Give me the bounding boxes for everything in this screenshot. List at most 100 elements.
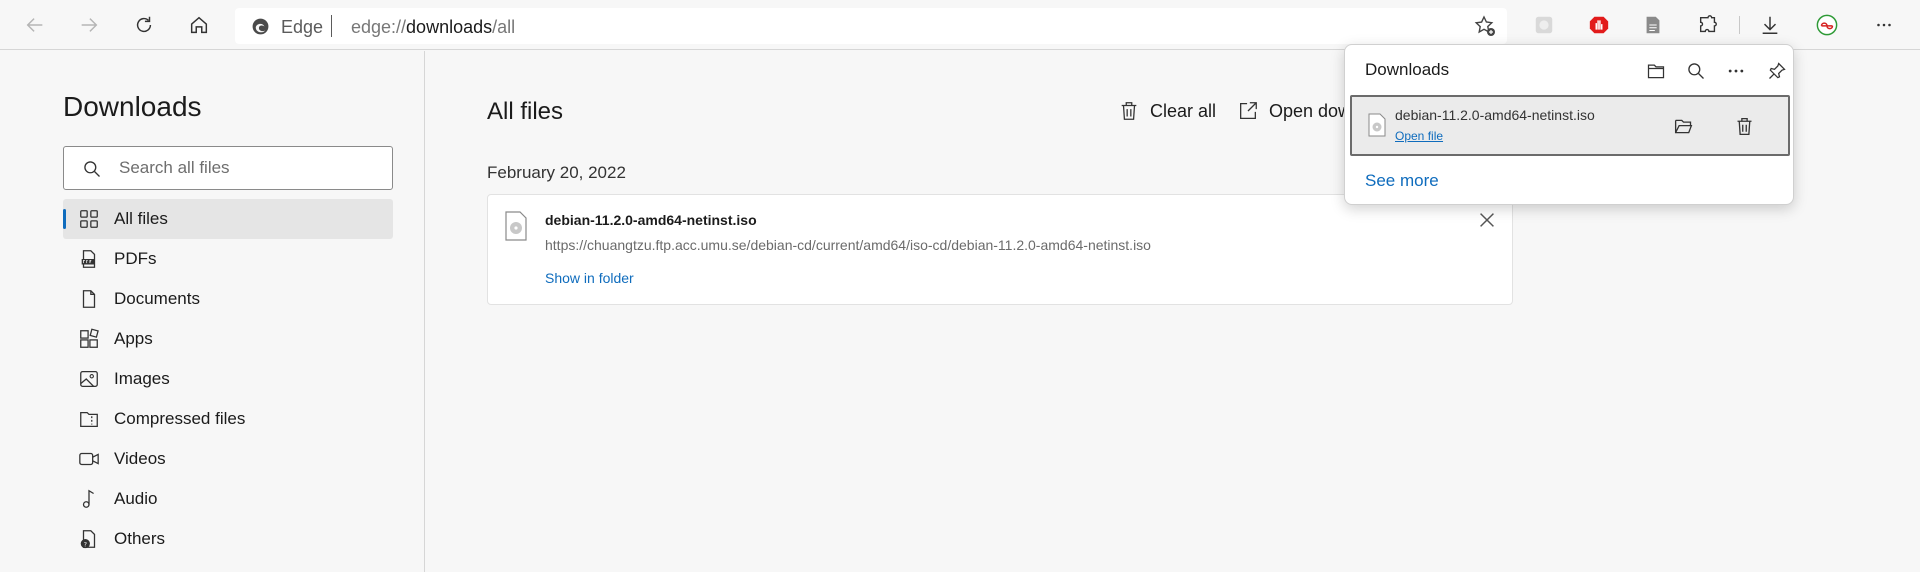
sidebar-item-label: All files: [114, 209, 168, 228]
extension-faded-icon: [1535, 16, 1553, 34]
downloads-flyout: Downloads debian-11.2.0-amd64-netinst.is…: [1344, 44, 1794, 205]
address-url[interactable]: edge://downloads/all: [351, 17, 515, 38]
document-grey-icon: [1646, 16, 1660, 34]
reading-extension-button[interactable]: [1637, 9, 1669, 41]
close-icon[interactable]: [1476, 209, 1498, 231]
clear-all-button[interactable]: Clear all: [1118, 100, 1216, 122]
sidebar-item-label: Audio: [114, 489, 158, 508]
image-icon: [78, 368, 100, 390]
sidebar-item-all-files[interactable]: All files: [63, 199, 393, 239]
toolbar-divider: [1739, 16, 1740, 34]
downloads-sidebar: Downloads All files PDFs Documents Apps …: [0, 51, 425, 572]
svg-text:?: ?: [84, 540, 87, 548]
other-file-icon: ?: [78, 528, 100, 550]
download-item-card: debian-11.2.0-amd64-netinst.iso https://…: [487, 194, 1513, 305]
search-downloads-button[interactable]: [1681, 56, 1711, 86]
disc-file-icon: [1368, 113, 1386, 137]
url-main: downloads: [406, 17, 493, 37]
sidebar-item-label: Images: [114, 369, 170, 388]
more-dots-icon: [1877, 23, 1891, 27]
more-dots-icon: [1728, 69, 1744, 73]
profile-button[interactable]: [1811, 9, 1843, 41]
sidebar-item-images[interactable]: Images: [63, 359, 393, 399]
back-button[interactable]: [19, 9, 51, 41]
see-more-link[interactable]: See more: [1365, 171, 1439, 191]
pin-icon: [1769, 62, 1786, 79]
download-file-name[interactable]: debian-11.2.0-amd64-netinst.iso: [545, 212, 757, 228]
open-external-icon: [1240, 102, 1257, 119]
search-box[interactable]: [63, 146, 393, 190]
pin-button[interactable]: [1762, 56, 1792, 86]
flyout-title: Downloads: [1365, 60, 1450, 79]
open-file-link[interactable]: Open file: [1395, 129, 1443, 143]
edge-logo-icon: [252, 18, 269, 35]
address-separator: [331, 15, 332, 37]
open-downloads-folder-button[interactable]: Open dow: [1237, 100, 1351, 122]
delete-button[interactable]: [1730, 112, 1758, 140]
sidebar-item-videos[interactable]: Videos: [63, 439, 393, 479]
clear-all-label: Clear all: [1150, 100, 1217, 121]
address-site-label: Edge: [281, 17, 324, 37]
browser-toolbar: Edge edge://downloads/all: [0, 0, 1920, 50]
video-icon: [78, 448, 100, 470]
flyout-download-item[interactable]: debian-11.2.0-amd64-netinst.iso Open fil…: [1350, 95, 1790, 156]
sidebar-item-label: Documents: [114, 289, 200, 308]
adblock-extension-button[interactable]: [1583, 9, 1615, 41]
disc-file-icon: [505, 211, 527, 241]
sidebar-item-label: Videos: [114, 449, 166, 468]
flyout-file-name: debian-11.2.0-amd64-netinst.iso: [1395, 107, 1595, 123]
open-downloads-label: Open dow: [1269, 100, 1352, 121]
show-in-folder-link[interactable]: Show in folder: [545, 270, 634, 286]
downloads-button[interactable]: [1754, 9, 1786, 41]
pdf-icon: [78, 248, 100, 270]
audio-icon: [78, 488, 100, 510]
download-source-url[interactable]: https://chuangtzu.ftp.acc.umu.se/debian-…: [545, 237, 1151, 253]
show-in-folder-button[interactable]: [1669, 112, 1697, 140]
refresh-icon: [136, 16, 152, 33]
trash-icon: [1121, 102, 1137, 120]
url-suffix: /all: [492, 17, 516, 37]
sidebar-item-label: PDFs: [114, 249, 157, 268]
download-icon: [1762, 16, 1778, 34]
puzzle-icon: [1699, 15, 1717, 33]
open-folder-button[interactable]: [1641, 56, 1671, 86]
sidebar-item-label: Others: [114, 529, 166, 548]
archive-icon: [78, 408, 100, 430]
sidebar-item-label: Compressed files: [114, 409, 246, 428]
refresh-button[interactable]: [128, 9, 160, 41]
url-prefix: edge://: [351, 17, 407, 37]
folder-open-icon: [1674, 119, 1692, 133]
apps-icon: [78, 328, 100, 350]
grid-icon: [78, 208, 100, 230]
sidebar-item-documents[interactable]: Documents: [63, 279, 393, 319]
extension-disabled-button[interactable]: [1528, 9, 1560, 41]
trash-icon: [1737, 117, 1751, 135]
sidebar-nav: All files PDFs Documents Apps Images Com…: [63, 199, 393, 559]
sidebar-item-audio[interactable]: Audio: [63, 479, 393, 519]
search-input[interactable]: [119, 157, 379, 179]
sidebar-item-apps[interactable]: Apps: [63, 319, 393, 359]
date-group-header: February 20, 2022: [487, 163, 626, 182]
forward-arrow-icon: [81, 18, 98, 32]
settings-more-button[interactable]: [1868, 9, 1900, 41]
back-arrow-icon: [26, 18, 43, 32]
add-favorite-icon[interactable]: [1473, 14, 1497, 38]
more-options-button[interactable]: [1721, 56, 1751, 86]
document-icon: [78, 288, 100, 310]
hand-stop-icon: [1589, 16, 1609, 34]
sidebar-item-compressed[interactable]: Compressed files: [63, 399, 393, 439]
home-icon: [190, 16, 208, 34]
profile-avatar-icon: [1816, 14, 1838, 36]
search-icon: [1688, 63, 1704, 79]
sidebar-item-label: Apps: [114, 329, 153, 348]
address-bar[interactable]: Edge edge://downloads/all: [235, 8, 1507, 44]
page-title: All files: [487, 98, 564, 125]
sidebar-item-pdfs[interactable]: PDFs: [63, 239, 393, 279]
extensions-button[interactable]: [1692, 9, 1724, 41]
folder-icon: [1647, 64, 1665, 79]
forward-button[interactable]: [73, 9, 105, 41]
sidebar-item-others[interactable]: ? Others: [63, 519, 393, 559]
home-button[interactable]: [183, 9, 215, 41]
search-icon: [84, 161, 100, 177]
sidebar-title: Downloads: [63, 91, 202, 122]
